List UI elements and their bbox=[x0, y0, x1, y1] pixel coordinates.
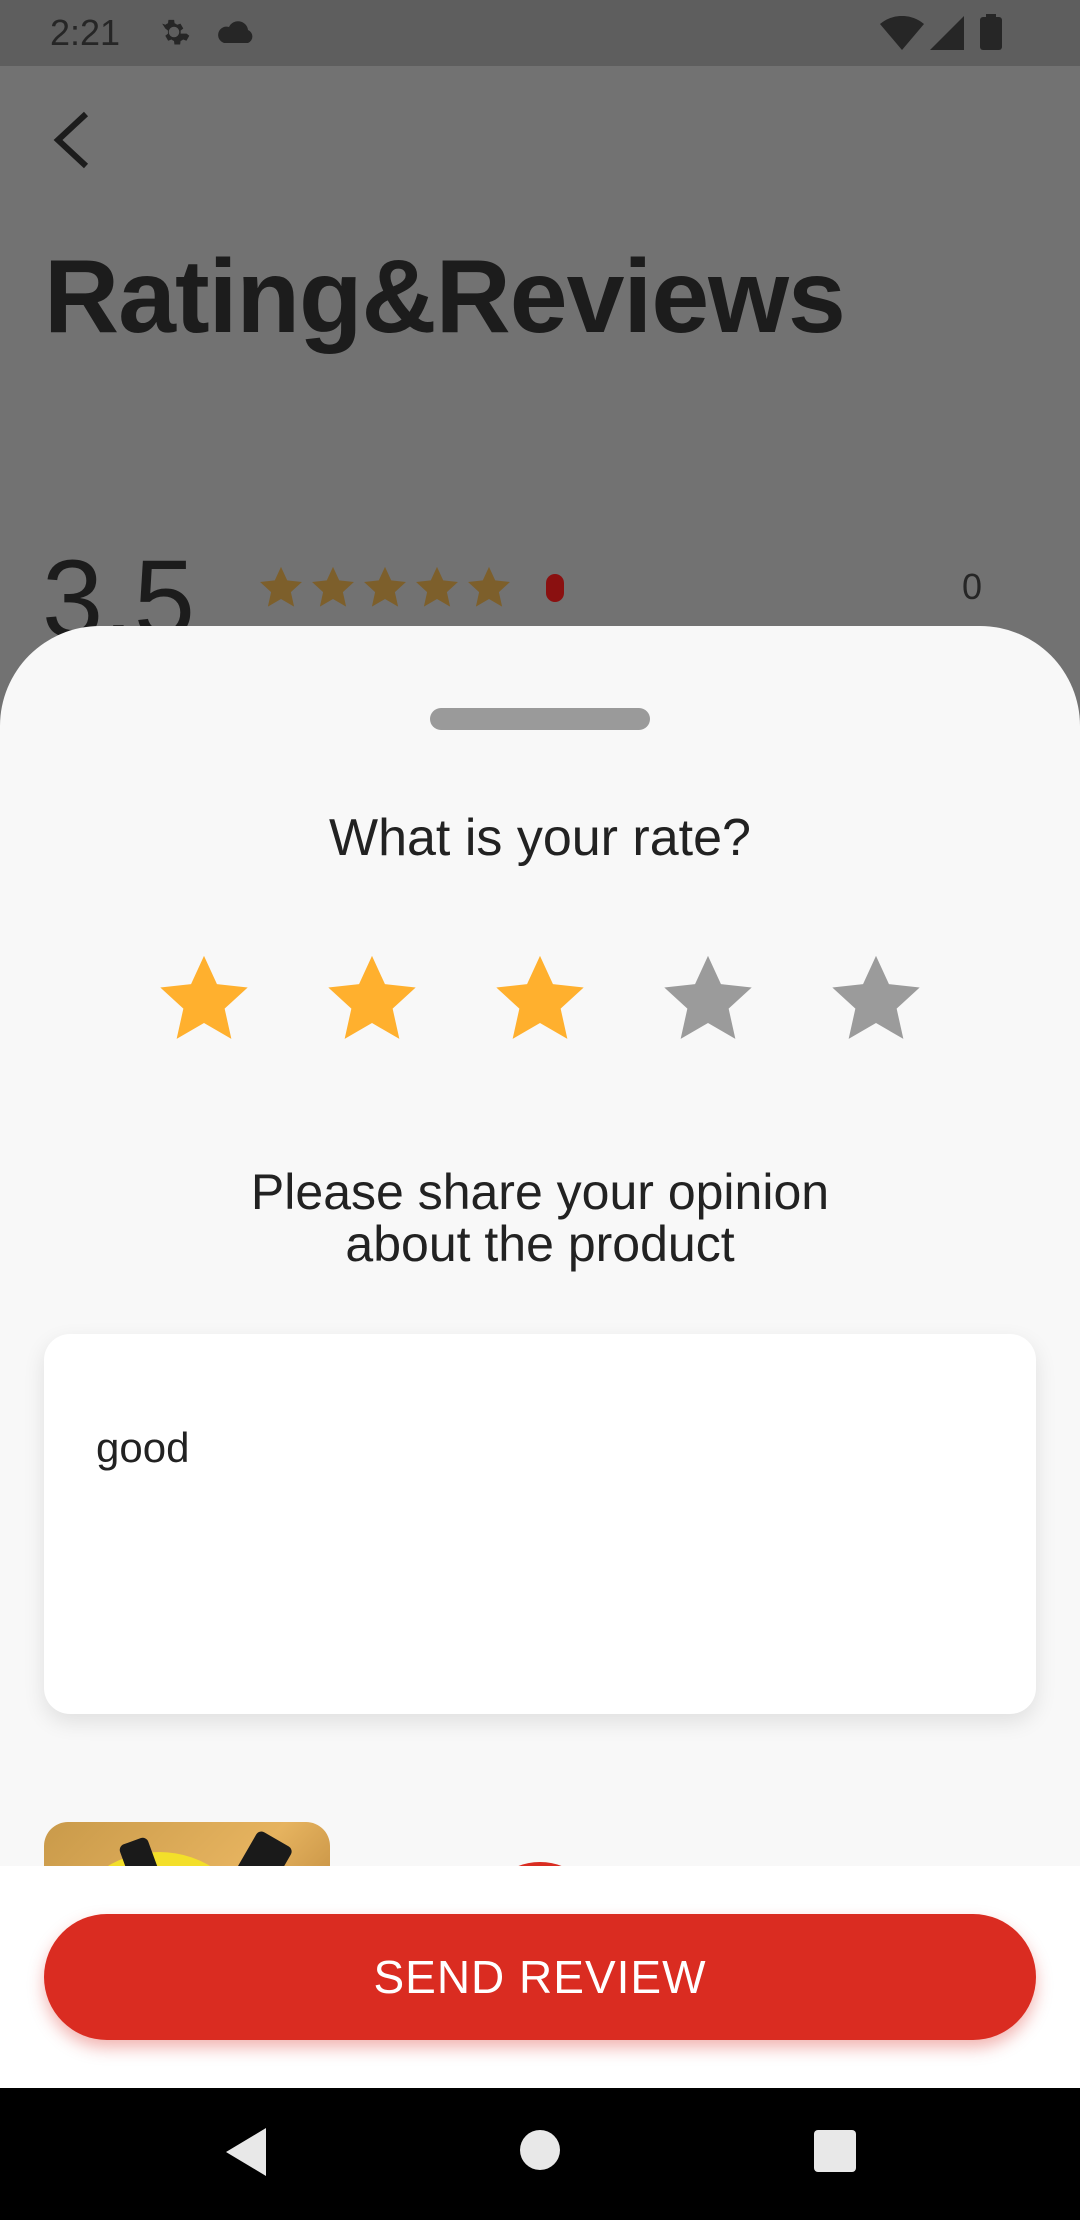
battery-icon bbox=[980, 14, 1002, 55]
average-rating-stars bbox=[258, 565, 512, 611]
review-text-value: good bbox=[96, 1424, 190, 1471]
status-bar: 2:21 bbox=[0, 0, 1080, 66]
sheet-footer: SEND REVIEW bbox=[0, 1866, 1080, 2088]
back-icon[interactable] bbox=[222, 2124, 270, 2185]
opinion-prompt: Please share your opinion about the prod… bbox=[0, 1166, 1080, 1270]
opinion-prompt-line2: about the product bbox=[345, 1216, 735, 1272]
back-button[interactable] bbox=[50, 110, 110, 180]
status-time: 2:21 bbox=[50, 12, 121, 53]
cloud-icon bbox=[216, 18, 256, 51]
review-bottom-sheet: What is your rate? Please share your opi… bbox=[0, 626, 1080, 1866]
rating-star-selector bbox=[0, 952, 1080, 1052]
sheet-drag-handle[interactable] bbox=[430, 708, 650, 730]
wifi-icon bbox=[880, 15, 924, 55]
rating-star-2[interactable] bbox=[324, 952, 420, 1048]
home-icon[interactable] bbox=[518, 2128, 562, 2177]
rating-bar-indicator bbox=[546, 574, 564, 602]
mini-star-icon bbox=[414, 565, 460, 611]
mini-star-icon bbox=[466, 565, 512, 611]
rating-star-5[interactable] bbox=[828, 952, 924, 1048]
recents-icon[interactable] bbox=[814, 2130, 856, 2177]
opinion-prompt-line1: Please share your opinion bbox=[250, 1164, 830, 1220]
rating-star-1[interactable] bbox=[156, 952, 252, 1048]
rate-question: What is your rate? bbox=[329, 809, 751, 867]
system-nav-bar bbox=[0, 2088, 1080, 2220]
rating-star-4[interactable] bbox=[660, 952, 756, 1048]
rating-count: 0 bbox=[962, 566, 983, 607]
page-title: Rating&Reviews bbox=[44, 239, 846, 355]
mini-star-icon bbox=[310, 565, 356, 611]
product-thumbnail bbox=[44, 1822, 330, 1866]
review-text-area[interactable]: good bbox=[44, 1334, 1036, 1714]
rating-star-3[interactable] bbox=[492, 952, 588, 1048]
gear-icon bbox=[156, 14, 192, 55]
mini-star-icon bbox=[258, 565, 304, 611]
send-review-button[interactable]: SEND REVIEW bbox=[44, 1914, 1036, 2040]
mini-star-icon bbox=[362, 565, 408, 611]
signal-icon bbox=[930, 16, 964, 55]
